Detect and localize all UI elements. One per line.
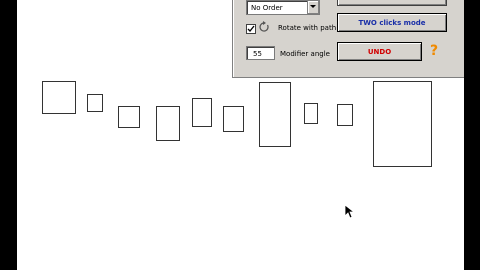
two-clicks-mode-button[interactable]: TWO clicks mode: [337, 13, 447, 32]
rotate-checkbox[interactable]: [246, 24, 256, 34]
rectangle-shape[interactable]: [156, 106, 180, 141]
drawing-canvas[interactable]: No Order Rotate with path 55 Modifier an…: [17, 0, 464, 270]
tool-options-panel: No Order Rotate with path 55 Modifier an…: [232, 0, 464, 78]
rotate-label: Rotate with path: [278, 24, 337, 32]
rectangle-shape[interactable]: [223, 106, 244, 132]
help-icon[interactable]: ?: [430, 43, 438, 59]
chevron-down-icon[interactable]: [307, 1, 319, 14]
rectangle-shape[interactable]: [259, 82, 291, 147]
top-button[interactable]: [337, 0, 447, 6]
mouse-cursor-icon: [345, 205, 355, 219]
rectangle-shape[interactable]: [373, 81, 432, 167]
modifier-angle-label: Modifier angle: [280, 50, 330, 58]
rectangle-shape[interactable]: [192, 98, 212, 127]
rectangle-shape[interactable]: [304, 103, 318, 124]
rectangle-shape[interactable]: [337, 104, 353, 126]
rectangle-shape[interactable]: [42, 81, 76, 114]
rotate-icon: [259, 21, 269, 32]
order-dropdown-value: No Order: [251, 4, 283, 12]
rectangle-shape[interactable]: [87, 94, 103, 112]
rectangle-shape[interactable]: [118, 106, 140, 128]
modifier-angle-input[interactable]: 55: [246, 46, 275, 60]
undo-button[interactable]: UNDO: [337, 42, 422, 61]
order-dropdown[interactable]: No Order: [246, 0, 320, 15]
